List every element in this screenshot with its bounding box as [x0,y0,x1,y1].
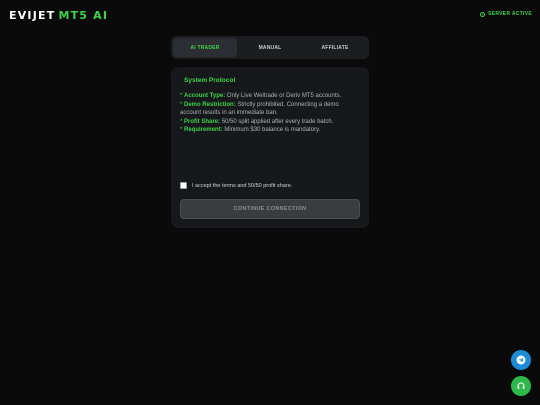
tab-affiliate[interactable]: AFFILIATE [303,38,367,57]
telegram-button[interactable] [511,350,531,370]
panel-title: System Protocol [184,77,236,84]
rule-text: Minimum $30 balance is mandatory. [224,127,321,133]
rule-requirement: * Requirement: Minimum $30 balance is ma… [180,126,360,135]
accept-terms-checkbox[interactable] [180,182,187,189]
rule-profit-share: * Profit Share: 50/50 split applied afte… [180,118,360,127]
status-dot-icon [480,11,486,17]
rule-account-type: * Account Type: Only Live Weltrade or De… [180,92,360,101]
rule-demo-restriction: * Demo Restriction: Strictly prohibited.… [180,101,360,118]
server-status-label: SERVER ACTIVE [488,11,532,17]
headset-icon [517,382,525,389]
rule-text: Only Live Weltrade or Deriv MT5 accounts… [226,93,342,99]
rule-bullet: * [180,118,183,125]
accept-terms-label: I accept the terms and 50/50 profit shar… [192,182,293,189]
rule-key: Account Type: [184,93,226,99]
accept-terms-row[interactable]: I accept the terms and 50/50 profit shar… [180,182,292,189]
server-status-indicator: SERVER ACTIVE [480,11,532,17]
rule-bullet: * [180,93,183,99]
rule-key: Requirement: [184,127,223,133]
support-button[interactable] [511,376,531,396]
telegram-icon [516,355,526,365]
app-logo: EVIJET MT5 AI [9,9,108,22]
rule-bullet: * [180,127,183,133]
rule-text: 50/50 split applied after every trade ba… [221,118,334,125]
protocol-panel: System Protocol * Account Type: Only Liv… [171,67,369,228]
brand-name-secondary: MT5 AI [58,9,109,22]
tab-ai-trader[interactable]: AI TRADER [173,38,237,57]
continue-connection-button[interactable]: CONTINUE CONNECTION [180,199,360,219]
rule-key: Demo Restriction: [184,101,236,108]
mode-tabs: AI TRADER MANUAL AFFILIATE [171,36,369,59]
brand-name-primary: EVIJET [9,9,56,22]
rule-key: Profit Share: [184,118,221,125]
tab-manual[interactable]: MANUAL [238,38,302,57]
rule-bullet: * [180,101,183,108]
rules-list: * Account Type: Only Live Weltrade or De… [180,92,360,135]
